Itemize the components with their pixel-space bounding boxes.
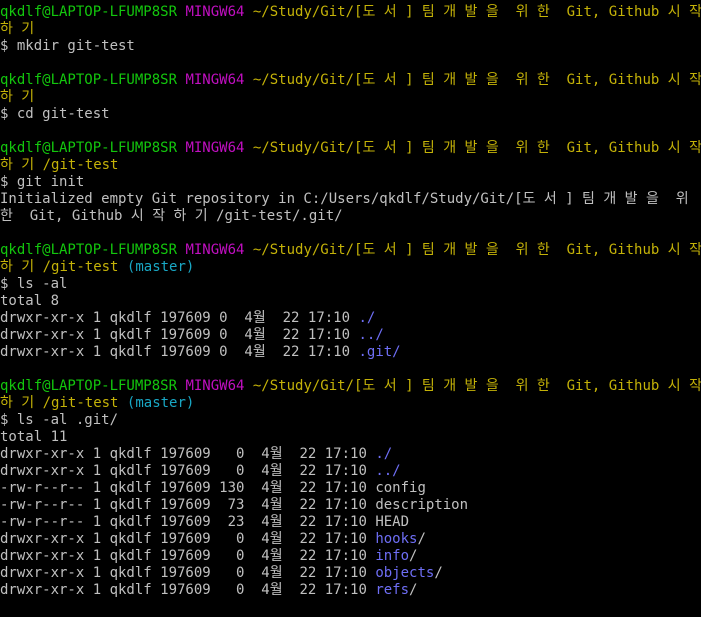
terminal-line: 하 기: [0, 89, 701, 106]
terminal-line: drwxr-xr-x 1 qkdlf 197609 0 4월 22 17:10 …: [0, 310, 701, 327]
terminal-text: drwxr-xr-x 1 qkdlf 197609 0 4월 22 17:10: [0, 327, 359, 343]
terminal-line: 한 Git, Github 시 작 하 기 /git-test/.git/: [0, 208, 701, 225]
terminal-line: drwxr-xr-x 1 qkdlf 197609 0 4월 22 17:10 …: [0, 565, 701, 582]
terminal-text: ~/Study/Git/[도 서 ] 팀 개 발 을 위 한 Git, Gith…: [252, 242, 701, 258]
terminal-line: drwxr-xr-x 1 qkdlf 197609 0 4월 22 17:10 …: [0, 463, 701, 480]
terminal-text: drwxr-xr-x 1 qkdlf 197609 0 4월 22 17:10: [0, 531, 376, 547]
terminal-line: 하 기 /git-test (master): [0, 259, 701, 276]
terminal-text: info: [375, 548, 410, 564]
terminal-text: $ git init: [0, 174, 85, 190]
terminal-line: total 11: [0, 429, 701, 446]
terminal-line: drwxr-xr-x 1 qkdlf 197609 0 4월 22 17:10 …: [0, 344, 701, 361]
terminal-line: qkdlf@LAPTOP-LFUMP8SR MINGW64 ~/Study/Gi…: [0, 242, 701, 259]
terminal-text: ../: [375, 463, 401, 479]
terminal-line: -rw-r--r-- 1 qkdlf 197609 73 4월 22 17:10…: [0, 497, 701, 514]
terminal-text: MINGW64: [185, 378, 253, 394]
terminal-text: qkdlf@LAPTOP-LFUMP8SR: [0, 242, 186, 258]
terminal-text: /: [409, 548, 418, 564]
terminal-line: qkdlf@LAPTOP-LFUMP8SR MINGW64 ~/Study/Gi…: [0, 140, 701, 157]
terminal-line: drwxr-xr-x 1 qkdlf 197609 0 4월 22 17:10 …: [0, 548, 701, 565]
terminal-text: total 11: [0, 429, 68, 445]
terminal-text: Initialized empty Git repository in C:/U…: [0, 191, 689, 207]
terminal-line: 하 기: [0, 21, 701, 38]
terminal-line: $ mkdir git-test: [0, 38, 701, 55]
terminal-line: $ ls -al .git/: [0, 412, 701, 429]
terminal-text: MINGW64: [185, 4, 253, 20]
terminal-text: qkdlf@LAPTOP-LFUMP8SR: [0, 378, 186, 394]
terminal-text: drwxr-xr-x 1 qkdlf 197609 0 4월 22 17:10: [0, 582, 376, 598]
terminal-line: 하 기 /git-test (master): [0, 395, 701, 412]
terminal-line: qkdlf@LAPTOP-LFUMP8SR MINGW64 ~/Study/Gi…: [0, 72, 701, 89]
terminal-text: 하 기 /git-test: [0, 157, 119, 173]
terminal-text: total 8: [0, 293, 60, 309]
terminal-text: hooks: [375, 531, 418, 547]
terminal-text: ~/Study/Git/[도 서 ] 팀 개 발 을 위 한 Git, Gith…: [252, 378, 701, 394]
terminal-text: MINGW64: [185, 72, 253, 88]
terminal-line: Initialized empty Git repository in C:/U…: [0, 191, 701, 208]
terminal-text: drwxr-xr-x 1 qkdlf 197609 0 4월 22 17:10: [0, 446, 376, 462]
terminal-text: 하 기: [0, 89, 35, 105]
terminal-line: $ ls -al: [0, 276, 701, 293]
terminal-text: 하 기 /git-test: [0, 395, 127, 411]
terminal-line: drwxr-xr-x 1 qkdlf 197609 0 4월 22 17:10 …: [0, 582, 701, 599]
terminal-line: 하 기 /git-test: [0, 157, 701, 174]
terminal-text: (master): [126, 395, 195, 411]
terminal-text: ~/Study/Git/[도 서 ] 팀 개 발 을 위 한 Git, Gith…: [252, 72, 701, 88]
terminal-text: ~/Study/Git/[도 서 ] 팀 개 발 을 위 한 Git, Gith…: [252, 4, 701, 20]
terminal-text: $ ls -al .git/: [0, 412, 119, 428]
terminal-text: drwxr-xr-x 1 qkdlf 197609 0 4월 22 17:10: [0, 548, 376, 564]
terminal-line: -rw-r--r-- 1 qkdlf 197609 23 4월 22 17:10…: [0, 514, 701, 531]
terminal-line: drwxr-xr-x 1 qkdlf 197609 0 4월 22 17:10 …: [0, 446, 701, 463]
terminal-text: qkdlf@LAPTOP-LFUMP8SR: [0, 4, 186, 20]
terminal-line: qkdlf@LAPTOP-LFUMP8SR MINGW64 ~/Study/Gi…: [0, 378, 701, 395]
terminal-line: -rw-r--r-- 1 qkdlf 197609 130 4월 22 17:1…: [0, 480, 701, 497]
terminal-text: drwxr-xr-x 1 qkdlf 197609 0 4월 22 17:10: [0, 463, 376, 479]
terminal-text: refs: [375, 582, 410, 598]
terminal-text: .git/: [358, 344, 401, 360]
terminal-line: qkdlf@LAPTOP-LFUMP8SR MINGW64 ~/Study/Gi…: [0, 4, 701, 21]
terminal-text: -rw-r--r-- 1 qkdlf 197609 73 4월 22 17:10…: [0, 497, 469, 513]
terminal-line: $ git init: [0, 174, 701, 191]
terminal-text: -rw-r--r-- 1 qkdlf 197609 23 4월 22 17:10…: [0, 514, 410, 530]
terminal-text: drwxr-xr-x 1 qkdlf 197609 0 4월 22 17:10: [0, 565, 376, 581]
terminal-text: /: [417, 531, 426, 547]
terminal-text: 하 기: [0, 21, 35, 37]
terminal-text: ../: [358, 327, 384, 343]
terminal-text: drwxr-xr-x 1 qkdlf 197609 0 4월 22 17:10: [0, 310, 359, 326]
terminal-text: (master): [126, 259, 195, 275]
terminal-line: total 8: [0, 293, 701, 310]
terminal-text: ~/Study/Git/[도 서 ] 팀 개 발 을 위 한 Git, Gith…: [252, 140, 701, 156]
terminal-line: $ cd git-test: [0, 106, 701, 123]
terminal-text: drwxr-xr-x 1 qkdlf 197609 0 4월 22 17:10: [0, 344, 359, 360]
terminal-text: -rw-r--r-- 1 qkdlf 197609 130 4월 22 17:1…: [0, 480, 426, 496]
terminal-text: MINGW64: [185, 140, 253, 156]
terminal-text: $ cd git-test: [0, 106, 110, 122]
terminal-text: MINGW64: [185, 242, 253, 258]
terminal-text: /: [409, 582, 418, 598]
terminal-line: drwxr-xr-x 1 qkdlf 197609 0 4월 22 17:10 …: [0, 531, 701, 548]
terminal-text: ./: [358, 310, 376, 326]
terminal-text: /: [434, 565, 443, 581]
terminal-text: 하 기 /git-test: [0, 259, 127, 275]
terminal-text: qkdlf@LAPTOP-LFUMP8SR: [0, 72, 186, 88]
terminal-text: objects: [375, 565, 435, 581]
terminal-text: $ mkdir git-test: [0, 38, 135, 54]
terminal-line: drwxr-xr-x 1 qkdlf 197609 0 4월 22 17:10 …: [0, 327, 701, 344]
terminal-text: 한 Git, Github 시 작 하 기 /git-test/.git/: [0, 208, 343, 224]
terminal-text: $ ls -al: [0, 276, 68, 292]
terminal-text: qkdlf@LAPTOP-LFUMP8SR: [0, 140, 186, 156]
terminal-text: ./: [375, 446, 393, 462]
terminal-window[interactable]: qkdlf@LAPTOP-LFUMP8SR MINGW64 ~/Study/Gi…: [0, 0, 701, 617]
